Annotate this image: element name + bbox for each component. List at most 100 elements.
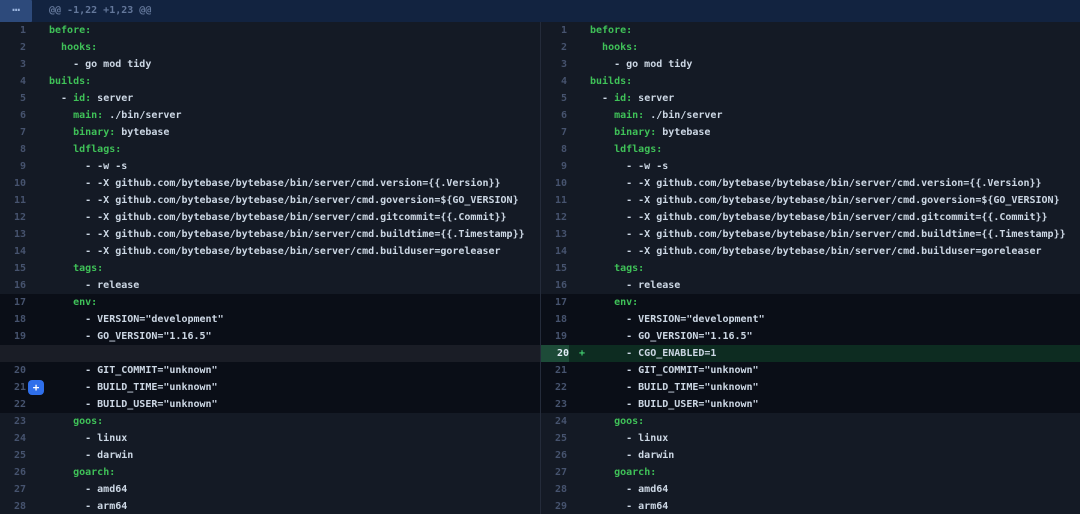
sign-column — [26, 396, 49, 413]
diff-row-old-15: 15 tags: — [0, 260, 540, 277]
line-number: 15 — [0, 260, 26, 277]
code-line: - GIT_COMMIT="unknown" — [590, 362, 1080, 379]
line-number: 12 — [541, 209, 567, 226]
code-line: - GIT_COMMIT="unknown" — [49, 362, 540, 379]
diff-row-old-26: 26 goarch: — [0, 464, 540, 481]
code-line: - BUILD_TIME="unknown" — [49, 379, 540, 396]
code-line: - darwin — [590, 447, 1080, 464]
code-line: - release — [49, 277, 540, 294]
code-line: - -X github.com/bytebase/bytebase/bin/se… — [590, 243, 1080, 260]
diff-row-old-16: 16 - release — [0, 277, 540, 294]
diff-row-old-1: 1before: — [0, 22, 540, 39]
diff-row-new-27: 27 goarch: — [541, 464, 1080, 481]
diff-row-new-19: 19 - GO_VERSION="1.16.5" — [541, 328, 1080, 345]
line-number: 14 — [0, 243, 26, 260]
line-number: 6 — [541, 107, 567, 124]
sign-column — [26, 328, 49, 345]
code-line: - GO_VERSION="1.16.5" — [590, 328, 1080, 345]
line-number: 20 — [0, 362, 26, 379]
sign-column — [567, 226, 590, 243]
sign-column — [26, 39, 49, 56]
sign-column — [567, 141, 590, 158]
code-line: - go mod tidy — [49, 56, 540, 73]
sign-column — [567, 498, 590, 514]
sign-column — [567, 243, 590, 260]
line-number: 9 — [541, 158, 567, 175]
code-line: - -X github.com/bytebase/bytebase/bin/se… — [49, 175, 540, 192]
sign-column — [567, 175, 590, 192]
sign-column — [567, 107, 590, 124]
diff-row-new-11: 11 - -X github.com/bytebase/bytebase/bin… — [541, 192, 1080, 209]
hunk-header-bar: ⋯ @@ -1,22 +1,23 @@ — [0, 0, 1080, 22]
line-number: 29 — [541, 498, 567, 514]
diff-row-old-22: 22 - BUILD_USER="unknown" — [0, 396, 540, 413]
line-number: 5 — [541, 90, 567, 107]
code-line: before: — [590, 22, 1080, 39]
diff-row-new-12: 12 - -X github.com/bytebase/bytebase/bin… — [541, 209, 1080, 226]
sign-column — [26, 294, 49, 311]
sign-column — [26, 175, 49, 192]
sign-column — [567, 328, 590, 345]
code-line: - CGO_ENABLED=1 — [590, 345, 1080, 362]
diff-row-old-7: 7 binary: bytebase — [0, 124, 540, 141]
code-line: hooks: — [590, 39, 1080, 56]
sign-column — [567, 464, 590, 481]
diff-row-old-28: 28 - arm64 — [0, 498, 540, 514]
sign-column — [26, 243, 49, 260]
diff-row-new-3: 3 - go mod tidy — [541, 56, 1080, 73]
line-number: 11 — [0, 192, 26, 209]
ellipsis-icon: ⋯ — [12, 0, 20, 22]
diff-row-new-1: 1before: — [541, 22, 1080, 39]
diff-row-new-10: 10 - -X github.com/bytebase/bytebase/bin… — [541, 175, 1080, 192]
line-number: 5 — [0, 90, 26, 107]
line-number: 11 — [541, 192, 567, 209]
diff-row-old-9: 9 - -w -s — [0, 158, 540, 175]
line-number: 4 — [541, 73, 567, 90]
diff-row-new-5: 5 - id: server — [541, 90, 1080, 107]
code-line: - -w -s — [49, 158, 540, 175]
sign-column — [26, 73, 49, 90]
code-line: main: ./bin/server — [590, 107, 1080, 124]
sign-column — [26, 90, 49, 107]
split-diff-viewer: ⋯ @@ -1,22 +1,23 @@ 1before:2 hooks:3 - … — [0, 0, 1080, 514]
expand-context-button[interactable]: ⋯ — [0, 0, 32, 22]
diff-pane-new: 1before:2 hooks:3 - go mod tidy4builds:5… — [540, 22, 1080, 514]
diff-row-new-2: 2 hooks: — [541, 39, 1080, 56]
code-line: - -X github.com/bytebase/bytebase/bin/se… — [590, 209, 1080, 226]
diff-row-new-28: 28 - amd64 — [541, 481, 1080, 498]
diff-row-new-4: 4builds: — [541, 73, 1080, 90]
code-line: - -X github.com/bytebase/bytebase/bin/se… — [49, 243, 540, 260]
diff-row-new-23: 23 - BUILD_USER="unknown" — [541, 396, 1080, 413]
code-line: hooks: — [49, 39, 540, 56]
code-line: tags: — [49, 260, 540, 277]
code-line: - id: server — [49, 90, 540, 107]
code-line: builds: — [49, 73, 540, 90]
diff-row-old-21: 21+ - BUILD_TIME="unknown" — [0, 379, 540, 396]
line-number: 27 — [0, 481, 26, 498]
sign-column — [567, 124, 590, 141]
sign-column — [567, 56, 590, 73]
sign-column — [26, 447, 49, 464]
sign-column — [567, 447, 590, 464]
line-number: 21 — [541, 362, 567, 379]
diff-row-old-19: 19 - GO_VERSION="1.16.5" — [0, 328, 540, 345]
line-number: 13 — [541, 226, 567, 243]
code-line: - -X github.com/bytebase/bytebase/bin/se… — [49, 192, 540, 209]
code-line: - id: server — [590, 90, 1080, 107]
diff-row-new-13: 13 - -X github.com/bytebase/bytebase/bin… — [541, 226, 1080, 243]
line-number: 6 — [0, 107, 26, 124]
sign-column — [567, 379, 590, 396]
sign-column — [567, 209, 590, 226]
code-line: - linux — [49, 430, 540, 447]
sign-column — [26, 345, 49, 362]
sign-column — [567, 413, 590, 430]
add-comment-button[interactable]: + — [28, 380, 44, 395]
line-number: 19 — [0, 328, 26, 345]
code-line: - arm64 — [590, 498, 1080, 514]
line-number: 17 — [541, 294, 567, 311]
code-line: - release — [590, 277, 1080, 294]
sign-column — [26, 362, 49, 379]
sign-column — [26, 277, 49, 294]
sign-column — [26, 141, 49, 158]
line-number: 26 — [541, 447, 567, 464]
